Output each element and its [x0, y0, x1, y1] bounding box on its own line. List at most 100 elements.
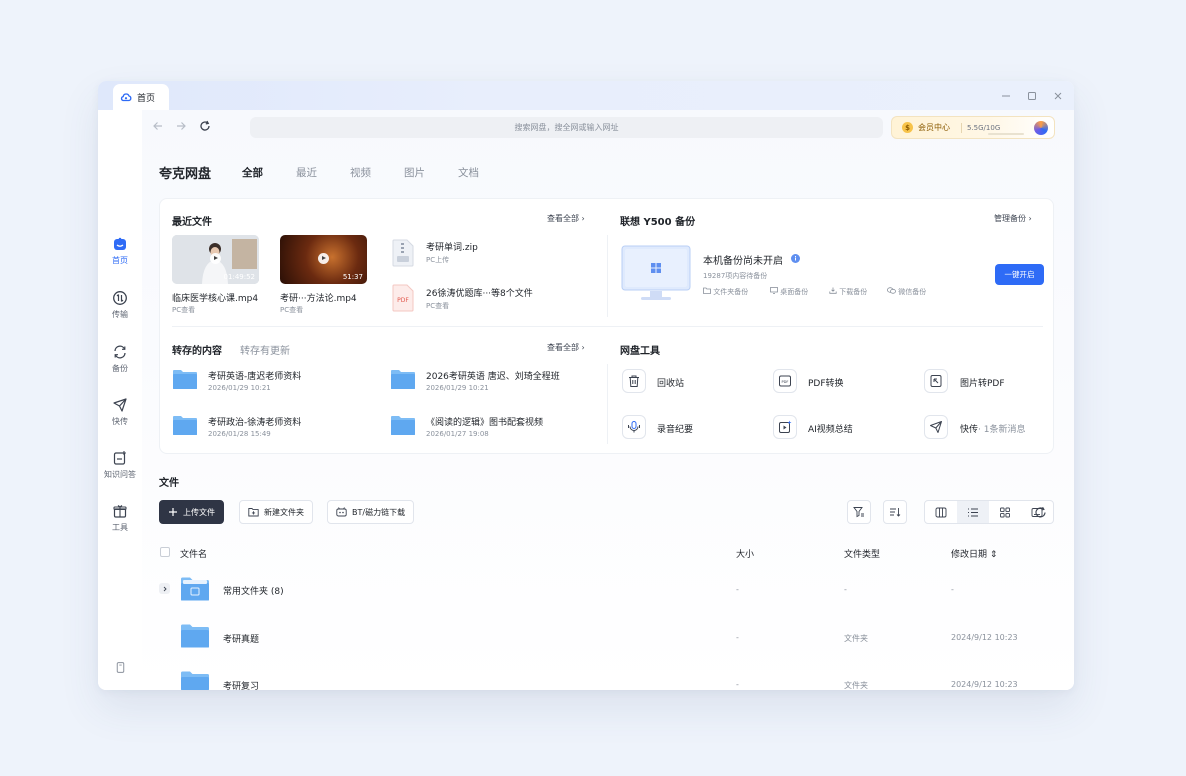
column-header-modified[interactable]: 修改日期 ⇕: [951, 547, 997, 560]
sidebar-item-transfer[interactable]: 传输: [98, 290, 142, 320]
tab-all[interactable]: 全部: [242, 165, 263, 180]
saved-item-date: 2026/01/27 19:08: [426, 430, 489, 438]
recent-file-name[interactable]: 26徐涛优题库···等8个文件: [426, 286, 533, 299]
filter-icon[interactable]: [847, 500, 871, 524]
recent-file-meta: PC查看: [426, 302, 450, 310]
file-row-name[interactable]: 常用文件夹 (8): [223, 584, 284, 597]
recent-file-name[interactable]: 考研单词.zip: [426, 240, 478, 253]
file-row-modified: 2024/9/12 10:23: [951, 633, 1018, 642]
tab-recent[interactable]: 最近: [296, 165, 317, 180]
app-window: 首页 首页 传输 备份 快传 知识问答 工具 搜索网盘，搜全网或输入网址 $ 会…: [98, 81, 1074, 690]
file-row-type: -: [844, 585, 847, 594]
quick-send-new-message: · 1条新消息: [978, 425, 1026, 435]
grid-view-icon[interactable]: [989, 501, 1021, 523]
expand-chevron-icon[interactable]: [159, 583, 170, 594]
upload-label: 上传文件: [183, 507, 215, 517]
backup-option-desktop[interactable]: 桌面备份: [770, 287, 808, 297]
minimize-icon[interactable]: [999, 89, 1013, 103]
address-bar[interactable]: 搜索网盘，搜全网或输入网址: [250, 117, 883, 138]
saved-item-name[interactable]: 考研政治-徐涛老师资料: [208, 415, 301, 428]
tab-video[interactable]: 视频: [350, 165, 371, 180]
refresh-icon[interactable]: [198, 120, 212, 134]
nav-row: 搜索网盘，搜全网或输入网址 $ 会员中心 5.5G/10G: [142, 110, 1074, 144]
refresh-list-icon[interactable]: [1034, 506, 1048, 520]
folder-icon: [173, 370, 197, 389]
file-row-size: -: [736, 585, 739, 594]
upload-file-button[interactable]: 上传文件: [159, 500, 224, 524]
saved-view-all-link[interactable]: 查看全部 ›: [547, 342, 585, 353]
folder-icon: [173, 416, 197, 435]
file-row-name[interactable]: 考研真题: [223, 632, 259, 645]
column-view-icon[interactable]: [925, 501, 957, 523]
file-row-type: 文件夹: [844, 681, 868, 690]
ai-video-summary-icon[interactable]: [773, 415, 797, 439]
enable-backup-button[interactable]: 一键开启: [995, 264, 1044, 285]
backup-icon: [114, 345, 126, 359]
backup-title: 联想 Y500 备份: [620, 217, 696, 228]
backup-option-wechat[interactable]: 微信备份: [887, 287, 926, 297]
tool-label[interactable]: AI视频总结: [808, 422, 853, 435]
tool-label[interactable]: PDF转换: [808, 376, 844, 389]
sidebar-item-home[interactable]: 首页: [98, 236, 142, 266]
avatar[interactable]: [1034, 121, 1048, 135]
forward-arrow-icon[interactable]: [174, 120, 188, 134]
recent-view-all-link[interactable]: 查看全部 ›: [547, 213, 585, 224]
back-arrow-icon[interactable]: [151, 120, 165, 134]
tool-label[interactable]: 快传· 1条新消息: [960, 422, 1025, 435]
title-bar: 首页: [98, 81, 1074, 110]
saved-item-name[interactable]: 2026考研英语 唐迟、刘琦全程班: [426, 369, 560, 382]
sort-icon[interactable]: [883, 500, 907, 524]
vip-icon: $: [902, 122, 913, 133]
info-icon[interactable]: [791, 254, 800, 263]
recycle-bin-icon[interactable]: [622, 369, 646, 393]
tab-home[interactable]: 首页: [113, 84, 169, 110]
tab-docs[interactable]: 文档: [458, 165, 479, 180]
close-icon[interactable]: [1051, 89, 1065, 103]
bt-download-button[interactable]: BT/磁力链下载: [327, 500, 415, 524]
maximize-icon[interactable]: [1025, 89, 1039, 103]
new-folder-label: 新建文件夹: [264, 507, 304, 517]
storage-quota-bar: [988, 133, 1024, 135]
saved-content-title: 转存的内容: [172, 346, 222, 357]
sidebar-item-quick-send[interactable]: 快传: [98, 397, 142, 427]
bt-icon: [336, 507, 347, 517]
saved-item-name[interactable]: 《阅读的逻辑》图书配套视频: [426, 415, 543, 428]
recent-video-name[interactable]: 考研···方法论.mp4: [280, 291, 357, 304]
backup-option-download[interactable]: 下载备份: [829, 287, 867, 297]
sidebar-item-device[interactable]: [98, 661, 142, 674]
video-thumbnail[interactable]: 01:49:52: [172, 235, 259, 284]
tool-label[interactable]: 回收站: [657, 376, 684, 389]
quick-send-tool-icon[interactable]: [924, 415, 948, 439]
recent-video-name[interactable]: 临床医学核心课.mp4: [172, 291, 258, 304]
member-label: 会员中心: [918, 123, 950, 132]
select-all-checkbox[interactable]: [160, 547, 170, 557]
tool-label[interactable]: 图片转PDF: [960, 376, 1005, 389]
new-folder-button[interactable]: 新建文件夹: [239, 500, 313, 524]
header-row: 夸克网盘 全部 最近 视频 图片 文档: [159, 162, 512, 182]
section-divider: [607, 235, 608, 317]
saved-updates-tab[interactable]: 转存有更新: [240, 342, 290, 357]
section-divider: [607, 364, 608, 444]
pdf-convert-icon[interactable]: PDF: [773, 369, 797, 393]
column-header-name[interactable]: 文件名: [180, 547, 207, 560]
file-row-type: 文件夹: [844, 634, 868, 643]
backup-option-folder[interactable]: 文件夹备份: [703, 287, 748, 297]
tool-label[interactable]: 录音纪要: [657, 422, 693, 435]
sidebar-item-knowledge-qa[interactable]: 知识问答: [98, 450, 142, 480]
file-row-modified: -: [951, 585, 954, 594]
tab-image[interactable]: 图片: [404, 165, 425, 180]
file-row-modified: 2024/9/12 10:23: [951, 680, 1018, 689]
video-thumbnail[interactable]: 51:37: [280, 235, 367, 284]
bt-download-label: BT/磁力链下载: [352, 507, 406, 517]
column-header-type[interactable]: 文件类型: [844, 547, 880, 560]
list-view-icon[interactable]: [957, 501, 989, 523]
manage-backup-link[interactable]: 管理备份 ›: [994, 213, 1032, 224]
voice-record-icon[interactable]: [622, 415, 646, 439]
sidebar-item-tools[interactable]: 工具: [98, 503, 142, 533]
saved-item-name[interactable]: 考研英语-唐迟老师资料: [208, 369, 301, 382]
file-row-name[interactable]: 考研复习: [223, 679, 259, 690]
member-center[interactable]: $ 会员中心 5.5G/10G: [891, 116, 1055, 139]
sidebar-item-backup[interactable]: 备份: [98, 344, 142, 374]
column-header-size[interactable]: 大小: [736, 547, 754, 560]
image-to-pdf-icon[interactable]: [924, 369, 948, 393]
